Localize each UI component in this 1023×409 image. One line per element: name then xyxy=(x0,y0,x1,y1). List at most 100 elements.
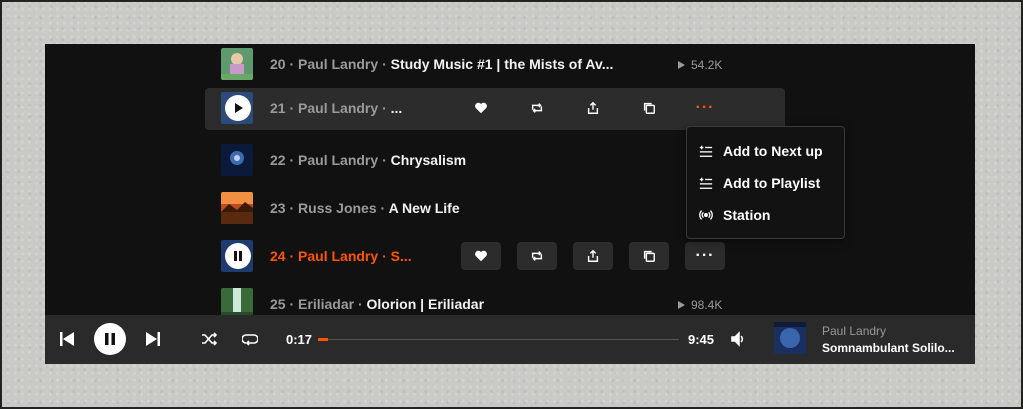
share-icon xyxy=(587,249,599,262)
station-icon xyxy=(699,210,713,220)
separator: · xyxy=(289,296,295,312)
track-meta: 22 · Paul Landry · Chrysalism xyxy=(270,152,466,168)
track-row[interactable]: 20 · Paul Landry · Study Music #1 | the … xyxy=(205,44,785,86)
track-artwork xyxy=(221,192,253,224)
track-artist[interactable]: Paul Landry xyxy=(298,248,378,264)
track-artwork xyxy=(221,144,253,176)
skip-previous-icon xyxy=(60,332,74,346)
more-dots-icon: ··· xyxy=(695,99,715,116)
track-artwork xyxy=(221,48,253,80)
heart-icon xyxy=(475,102,487,114)
play-count-icon xyxy=(678,301,685,309)
play-count-icon xyxy=(678,61,685,69)
play-count-value: 54.2K xyxy=(691,58,723,72)
now-playing-artwork[interactable] xyxy=(774,322,806,354)
track-row[interactable]: 21 · Paul Landry · ... ··· xyxy=(205,88,785,130)
track-artist[interactable]: Paul Landry xyxy=(298,100,378,116)
separator: · xyxy=(382,56,387,72)
more-button[interactable]: ··· xyxy=(685,94,725,122)
duration-time: 9:45 xyxy=(688,332,715,347)
share-button[interactable] xyxy=(573,94,613,122)
pause-icon xyxy=(234,251,242,261)
track-meta: 25 · Eriliadar · Olorion | Eriliadar xyxy=(270,296,484,312)
repost-icon xyxy=(531,103,543,113)
track-number: 20 xyxy=(270,56,286,72)
track-title[interactable]: Study Music #1 | the Mists of Av... xyxy=(391,56,614,72)
track-number: 21 xyxy=(270,100,286,116)
track-number: 22 xyxy=(270,152,286,168)
volume-icon xyxy=(731,331,744,347)
progress-bar[interactable] xyxy=(318,338,679,341)
add-to-next-up-icon xyxy=(699,145,713,157)
separator: · xyxy=(289,200,295,216)
track-artist[interactable]: Eriliadar xyxy=(298,296,354,312)
previous-button[interactable] xyxy=(57,329,77,349)
play-count-value: 98.4K xyxy=(691,298,723,312)
repost-icon xyxy=(531,251,543,261)
repeat-icon xyxy=(242,334,258,346)
menu-item-label: Add to Playlist xyxy=(723,175,821,191)
pause-button[interactable] xyxy=(225,243,251,269)
track-artist[interactable]: Paul Landry xyxy=(298,152,378,168)
more-button[interactable]: ··· xyxy=(685,242,725,270)
share-button[interactable] xyxy=(573,242,613,270)
track-meta: 23 · Russ Jones · A New Life xyxy=(270,200,460,216)
more-options-menu: Add to Next up Add to Playlist Station xyxy=(686,126,845,239)
play-pause-button[interactable] xyxy=(94,323,126,355)
track-artist[interactable]: Paul Landry xyxy=(298,56,378,72)
skip-next-icon xyxy=(146,332,160,346)
separator: · xyxy=(289,56,295,72)
shuffle-button[interactable] xyxy=(200,331,218,347)
copy-icon xyxy=(643,102,655,114)
track-meta: 24 · Paul Landry · S... xyxy=(270,248,412,264)
copy-icon xyxy=(643,250,655,262)
progress-fill xyxy=(318,338,329,341)
menu-item-add-to-next-up[interactable]: Add to Next up xyxy=(699,140,823,162)
menu-item-label: Add to Next up xyxy=(723,143,823,159)
shuffle-icon xyxy=(202,332,217,346)
separator: · xyxy=(357,296,363,312)
player-bar: 0:17 9:45 Paul Landry Somnambulant Solil… xyxy=(45,315,975,364)
track-title[interactable]: S... xyxy=(391,248,412,264)
more-dots-icon: ··· xyxy=(695,247,715,264)
track-title[interactable]: Chrysalism xyxy=(391,152,466,168)
track-title[interactable]: Olorion | Eriliadar xyxy=(367,296,485,312)
repost-button[interactable] xyxy=(517,242,557,270)
now-playing-title[interactable]: Somnambulant Solilo... xyxy=(822,341,955,355)
menu-item-add-to-playlist[interactable]: Add to Playlist xyxy=(699,172,820,194)
separator: · xyxy=(289,248,295,264)
play-icon xyxy=(235,103,243,113)
repost-button[interactable] xyxy=(517,94,557,122)
copy-link-button[interactable] xyxy=(629,242,669,270)
track-meta: 21 · Paul Landry · ... xyxy=(270,100,402,116)
track-number: 25 xyxy=(270,296,286,312)
separator: · xyxy=(289,152,295,168)
separator: · xyxy=(380,200,386,216)
like-button[interactable] xyxy=(461,94,501,122)
pause-icon xyxy=(105,333,115,345)
repeat-button[interactable] xyxy=(241,331,259,347)
play-button[interactable] xyxy=(225,95,251,121)
elapsed-time: 0:17 xyxy=(286,332,313,347)
share-icon xyxy=(587,101,599,114)
separator: · xyxy=(289,100,295,116)
track-number: 24 xyxy=(270,248,286,264)
now-playing-artist[interactable]: Paul Landry xyxy=(822,324,886,338)
track-title[interactable]: ... xyxy=(391,100,403,116)
add-to-playlist-icon xyxy=(699,177,713,189)
separator: · xyxy=(382,248,387,264)
like-button[interactable] xyxy=(461,242,501,270)
separator: · xyxy=(382,100,387,116)
track-number: 23 xyxy=(270,200,286,216)
volume-button[interactable] xyxy=(729,330,747,348)
copy-link-button[interactable] xyxy=(629,94,669,122)
track-meta: 20 · Paul Landry · Study Music #1 | the … xyxy=(270,56,613,72)
menu-item-station[interactable]: Station xyxy=(699,204,770,226)
next-button[interactable] xyxy=(143,329,163,349)
menu-item-label: Station xyxy=(723,207,771,223)
track-artist[interactable]: Russ Jones xyxy=(298,200,377,216)
soundcloud-app: 20 · Paul Landry · Study Music #1 | the … xyxy=(45,44,975,364)
track-title[interactable]: A New Life xyxy=(389,200,460,216)
play-count: 98.4K xyxy=(678,298,722,312)
track-row-current[interactable]: 24 · Paul Landry · S... ··· xyxy=(205,236,785,278)
